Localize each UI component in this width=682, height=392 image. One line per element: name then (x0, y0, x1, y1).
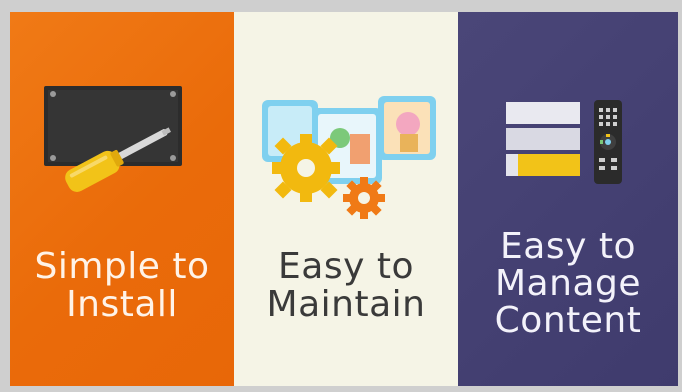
panel-title-line: Easy to (500, 226, 636, 267)
panel-title-manage: Easy to Manage Content (458, 228, 678, 339)
panel-title-line: Easy to (278, 246, 414, 287)
panel-title-line: Simple to (34, 246, 210, 287)
panel-title-line: Maintain (266, 284, 426, 325)
panel-title-maintain: Easy to Maintain (234, 248, 458, 324)
panel-easy-to-maintain: Easy to Maintain (234, 12, 458, 386)
panel-easy-to-manage-content: Easy to Manage Content (458, 12, 678, 386)
panel-simple-to-install: Simple to Install (10, 12, 234, 386)
panel-title-line: Manage (495, 263, 641, 304)
feature-banner: Simple to Install Easy to Maintain Easy … (0, 0, 682, 392)
feature-panels: Simple to Install Easy to Maintain Easy … (10, 12, 678, 386)
screwdriver-screen-icon (44, 86, 182, 192)
playlist-remote-icon (506, 100, 622, 184)
panel-title-install: Simple to Install (10, 248, 234, 324)
panel-title-line: Install (66, 284, 178, 325)
panel-title-line: Content (494, 300, 642, 341)
gears-photos-icon (262, 96, 436, 219)
